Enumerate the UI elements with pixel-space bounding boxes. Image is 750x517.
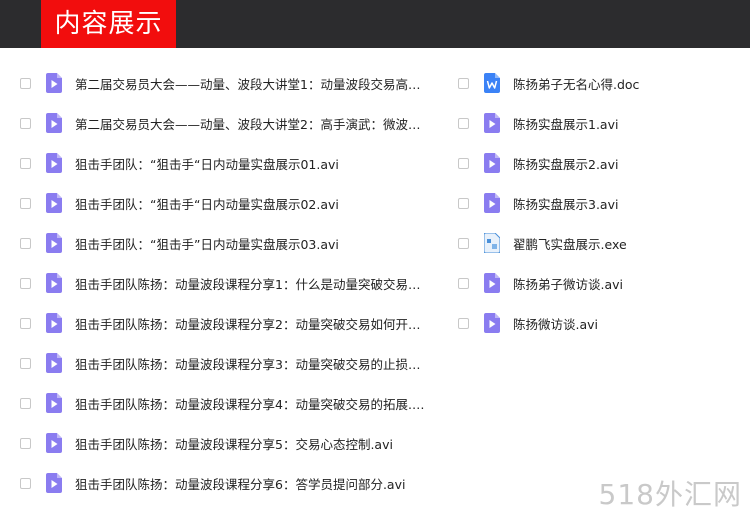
file-row[interactable]: 翟鹏飞实盘展示.exe xyxy=(458,223,748,263)
file-row[interactable]: 狙击手团队：“狙击手“日内动量实盘展示02.avi xyxy=(20,183,440,223)
file-name[interactable]: 陈扬弟子微访谈.avi xyxy=(513,274,748,293)
file-list-right: 陈扬弟子无名心得.doc 陈扬实盘展示1.avi 陈扬实盘展示2.avi 陈扬实盘展示… xyxy=(458,63,748,343)
file-checkbox[interactable] xyxy=(458,77,469,89)
file-row[interactable]: 狙击手团队陈扬：动量波段课程分享1：什么是动量突破交易？动... xyxy=(20,263,440,303)
video-file-icon xyxy=(46,433,62,453)
file-checkbox[interactable] xyxy=(458,117,469,129)
file-row[interactable]: 狙击手团队陈扬：动量波段课程分享6：答学员提问部分.avi xyxy=(20,463,440,503)
file-checkbox[interactable] xyxy=(20,237,31,249)
file-row[interactable]: 第二届交易员大会——动量、波段大讲堂2：高手演武：微波段交... xyxy=(20,103,440,143)
video-file-icon xyxy=(46,273,62,293)
exe-file-icon xyxy=(484,233,500,253)
video-file-icon xyxy=(46,153,62,173)
file-checkbox[interactable] xyxy=(458,157,469,169)
word-file-icon xyxy=(484,73,500,93)
video-file-icon xyxy=(46,353,62,373)
file-checkbox[interactable] xyxy=(20,357,31,369)
file-row[interactable]: 陈扬实盘展示3.avi xyxy=(458,183,748,223)
file-row[interactable]: 陈扬弟子无名心得.doc xyxy=(458,63,748,103)
file-name[interactable]: 狙击手团队陈扬：动量波段课程分享2：动量突破交易如何开平仓... xyxy=(75,314,430,333)
file-checkbox[interactable] xyxy=(458,277,469,289)
file-checkbox[interactable] xyxy=(20,77,31,89)
video-file-icon xyxy=(46,313,62,333)
file-name[interactable]: 陈扬弟子无名心得.doc xyxy=(513,74,748,93)
video-file-icon xyxy=(46,233,62,253)
file-name[interactable]: 狙击手团队陈扬：动量波段课程分享6：答学员提问部分.avi xyxy=(75,474,430,493)
video-file-icon xyxy=(46,73,62,93)
video-file-icon xyxy=(46,393,62,413)
file-row[interactable]: 陈扬实盘展示1.avi xyxy=(458,103,748,143)
file-checkbox[interactable] xyxy=(458,197,469,209)
file-name[interactable]: 狙击手团队陈扬：动量波段课程分享1：什么是动量突破交易？动... xyxy=(75,274,430,293)
file-list-left: 第二届交易员大会——动量、波段大讲堂1：动量波段交易高手 ... 第二届交易员大会… xyxy=(20,63,440,503)
video-file-icon xyxy=(484,313,500,333)
file-checkbox[interactable] xyxy=(20,197,31,209)
file-row[interactable]: 狙击手团队陈扬：动量波段课程分享4：动量突破交易的拓展.avi xyxy=(20,383,440,423)
file-name[interactable]: 陈扬实盘展示3.avi xyxy=(513,194,748,213)
page-title: 内容展示 xyxy=(41,0,176,48)
file-checkbox[interactable] xyxy=(20,117,31,129)
video-file-icon xyxy=(46,193,62,213)
file-row[interactable]: 狙击手团队陈扬：动量波段课程分享2：动量突破交易如何开平仓... xyxy=(20,303,440,343)
file-row[interactable]: 第二届交易员大会——动量、波段大讲堂1：动量波段交易高手 ... xyxy=(20,63,440,103)
file-row[interactable]: 陈扬弟子微访谈.avi xyxy=(458,263,748,303)
file-row[interactable]: 陈扬微访谈.avi xyxy=(458,303,748,343)
file-name[interactable]: 第二届交易员大会——动量、波段大讲堂2：高手演武：微波段交... xyxy=(75,114,430,133)
file-checkbox[interactable] xyxy=(20,437,31,449)
file-row[interactable]: 陈扬实盘展示2.avi xyxy=(458,143,748,183)
file-row[interactable]: 狙击手团队陈扬：动量波段课程分享3：动量突破交易的止损与止... xyxy=(20,343,440,383)
file-name[interactable]: 第二届交易员大会——动量、波段大讲堂1：动量波段交易高手 ... xyxy=(75,74,430,93)
file-name[interactable]: 狙击手团队：“狙击手”日内动量实盘展示03.avi xyxy=(75,234,430,253)
video-file-icon xyxy=(484,193,500,213)
file-row[interactable]: 狙击手团队陈扬：动量波段课程分享5：交易心态控制.avi xyxy=(20,423,440,463)
file-name[interactable]: 狙击手团队陈扬：动量波段课程分享4：动量突破交易的拓展.avi xyxy=(75,394,430,413)
video-file-icon xyxy=(484,153,500,173)
video-file-icon xyxy=(46,473,62,493)
file-name[interactable]: 狙击手团队陈扬：动量波段课程分享3：动量突破交易的止损与止... xyxy=(75,354,430,373)
file-checkbox[interactable] xyxy=(20,477,31,489)
file-checkbox[interactable] xyxy=(20,317,31,329)
file-name[interactable]: 陈扬实盘展示1.avi xyxy=(513,114,748,133)
file-checkbox[interactable] xyxy=(20,277,31,289)
file-name[interactable]: 狙击手团队陈扬：动量波段课程分享5：交易心态控制.avi xyxy=(75,434,430,453)
file-checkbox[interactable] xyxy=(20,157,31,169)
video-file-icon xyxy=(46,113,62,133)
file-checkbox[interactable] xyxy=(20,397,31,409)
file-row[interactable]: 狙击手团队：“狙击手“日内动量实盘展示01.avi xyxy=(20,143,440,183)
file-name[interactable]: 陈扬实盘展示2.avi xyxy=(513,154,748,173)
file-name[interactable]: 翟鹏飞实盘展示.exe xyxy=(513,234,748,253)
video-file-icon xyxy=(484,273,500,293)
video-file-icon xyxy=(484,113,500,133)
watermark: 518外汇网 xyxy=(598,478,742,511)
file-checkbox[interactable] xyxy=(458,317,469,329)
file-name[interactable]: 陈扬微访谈.avi xyxy=(513,314,748,333)
top-bar: 内容展示 xyxy=(0,0,750,48)
file-checkbox[interactable] xyxy=(458,237,469,249)
file-row[interactable]: 狙击手团队：“狙击手”日内动量实盘展示03.avi xyxy=(20,223,440,263)
file-name[interactable]: 狙击手团队：“狙击手“日内动量实盘展示02.avi xyxy=(75,194,430,213)
file-name[interactable]: 狙击手团队：“狙击手“日内动量实盘展示01.avi xyxy=(75,154,430,173)
